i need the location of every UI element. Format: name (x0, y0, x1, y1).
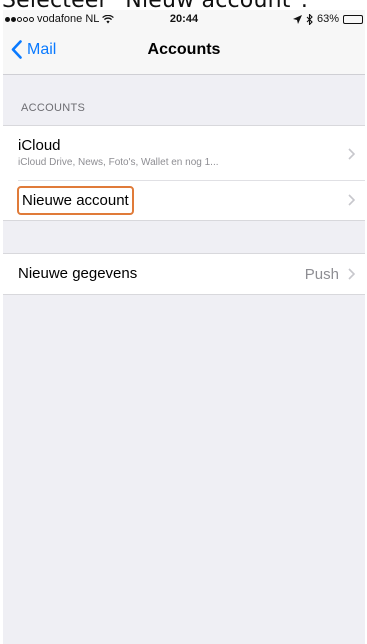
status-bar: vodafone NL 20:44 63% (3, 10, 365, 28)
battery-percent: 63% (316, 13, 339, 25)
battery-icon (343, 14, 363, 24)
fetch-new-data-row[interactable]: Nieuwe gegevens Push (3, 254, 365, 294)
account-title: iCloud (18, 137, 61, 154)
chevron-right-icon (348, 194, 355, 206)
fetch-settings-list: Nieuwe gegevens Push (3, 253, 365, 295)
chevron-right-icon (348, 148, 355, 160)
add-account-row[interactable]: Nieuwe account (3, 181, 365, 220)
add-account-label: Nieuwe account (22, 192, 129, 209)
fetch-new-data-label: Nieuwe gegevens (18, 265, 138, 282)
status-right: 63% (292, 13, 363, 25)
fetch-new-data-value: Push (304, 266, 339, 283)
accounts-list: iCloud iCloud Drive, News, Foto's, Walle… (3, 125, 365, 221)
accounts-section-header: ACCOUNTS (21, 102, 86, 114)
navigation-bar: Mail Accounts (3, 28, 365, 75)
bluetooth-icon (306, 13, 313, 25)
account-row-icloud[interactable]: iCloud iCloud Drive, News, Foto's, Walle… (3, 126, 365, 180)
account-subtitle: iCloud Drive, News, Foto's, Wallet en no… (18, 157, 219, 168)
page-title: Accounts (147, 41, 221, 58)
add-account-highlight: Nieuwe account (17, 186, 134, 215)
instruction-caption: Selecteer "Nieuw account". (2, 0, 308, 10)
phone-screen: vodafone NL 20:44 63% Mail Accounts ACCO… (3, 10, 365, 644)
chevron-right-icon (348, 268, 355, 280)
location-arrow-icon (292, 14, 302, 24)
